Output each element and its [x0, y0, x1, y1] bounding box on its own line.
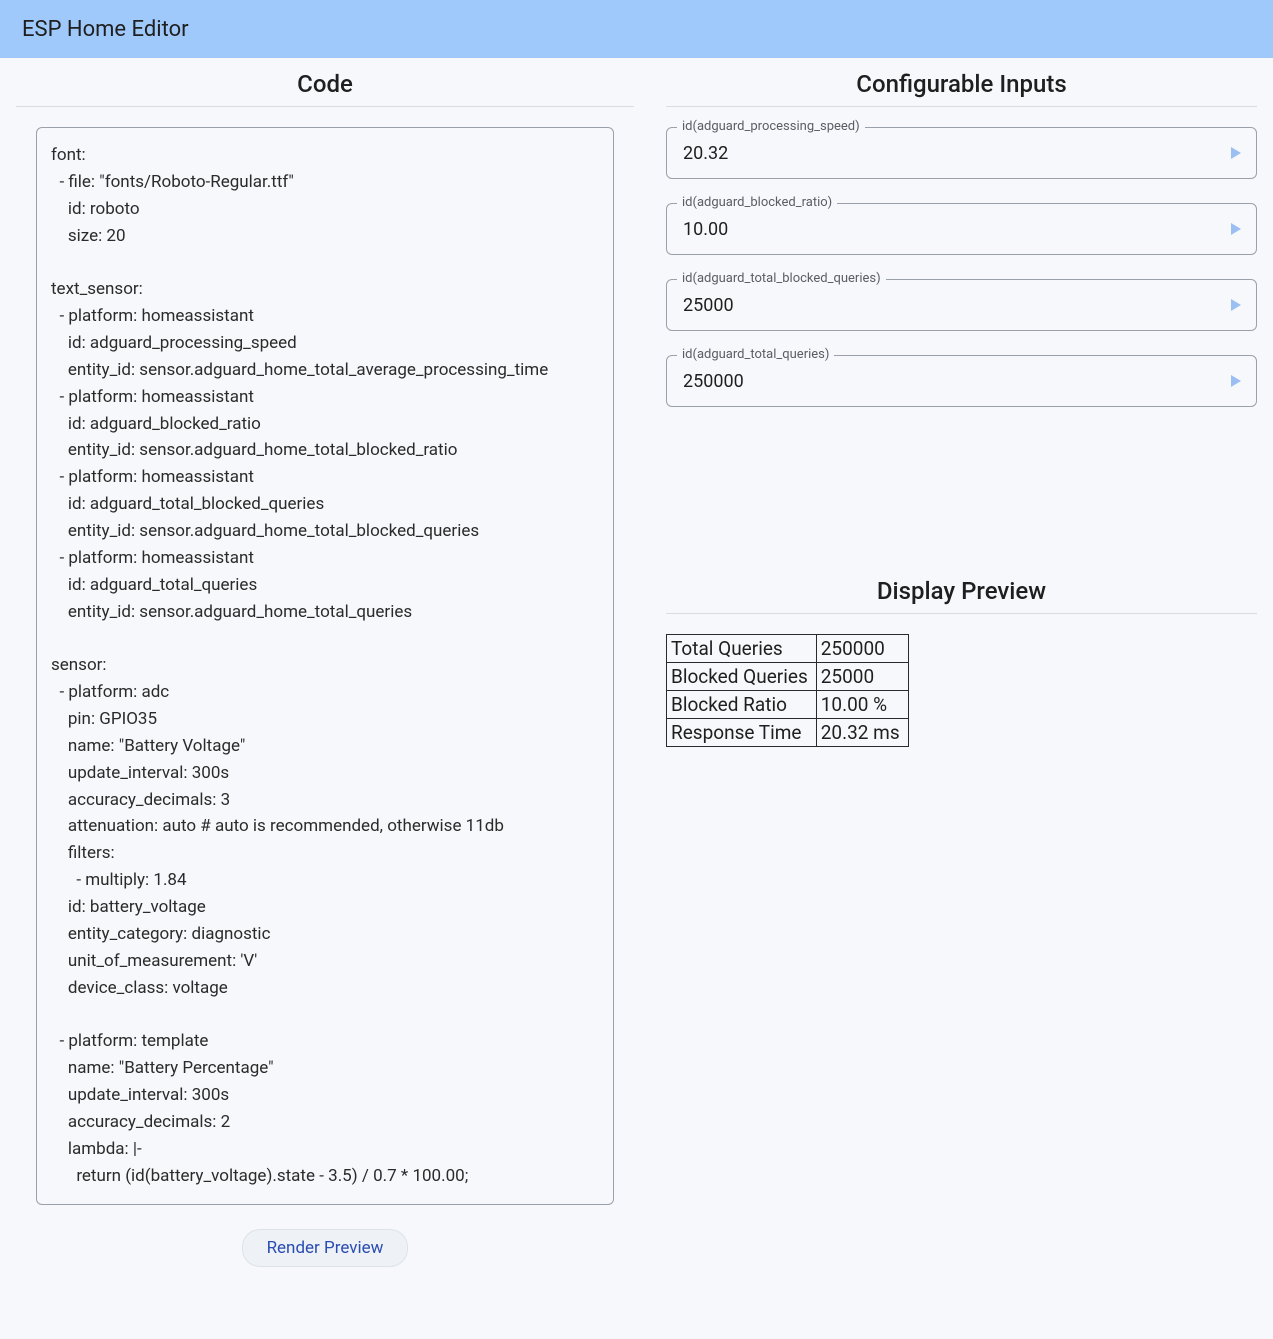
input-label: id(adguard_processing_speed)	[677, 119, 865, 134]
input-field-adguard-blocked-ratio: id(adguard_blocked_ratio)	[666, 203, 1257, 255]
appbar: ESP Home Editor	[0, 0, 1273, 58]
preview-value: 250000	[816, 635, 908, 663]
preview-value: 25000	[816, 663, 908, 691]
code-column: Code font: - file: "fonts/Roboto-Regular…	[16, 64, 634, 1267]
inputs-list: id(adguard_processing_speed) id(adguard_…	[666, 127, 1257, 407]
divider	[666, 106, 1257, 107]
code-editor[interactable]: font: - file: "fonts/Roboto-Regular.ttf"…	[36, 127, 614, 1205]
input-value[interactable]	[681, 370, 1212, 393]
input-field-adguard-total-blocked-queries: id(adguard_total_blocked_queries)	[666, 279, 1257, 331]
preview-key: Blocked Queries	[667, 663, 817, 691]
input-label: id(adguard_total_blocked_queries)	[677, 271, 886, 286]
play-icon[interactable]	[1228, 297, 1244, 313]
display-preview-section: Display Preview Total Queries 250000 Blo…	[666, 577, 1257, 747]
table-row: Blocked Queries 25000	[667, 663, 909, 691]
preview-value: 10.00 %	[816, 691, 908, 719]
preview-key: Blocked Ratio	[667, 691, 817, 719]
code-section-title: Code	[16, 70, 634, 98]
play-icon[interactable]	[1228, 373, 1244, 389]
divider	[16, 106, 634, 107]
preview-value: 20.32 ms	[816, 719, 908, 747]
input-value[interactable]	[681, 218, 1212, 241]
input-field-adguard-processing-speed: id(adguard_processing_speed)	[666, 127, 1257, 179]
input-label: id(adguard_total_queries)	[677, 347, 834, 362]
play-icon[interactable]	[1228, 221, 1244, 237]
table-row: Blocked Ratio 10.00 %	[667, 691, 909, 719]
input-value[interactable]	[681, 294, 1212, 317]
content: Code font: - file: "fonts/Roboto-Regular…	[0, 58, 1273, 1297]
table-row: Total Queries 250000	[667, 635, 909, 663]
preview-key: Response Time	[667, 719, 817, 747]
inputs-section-title: Configurable Inputs	[666, 70, 1257, 98]
input-field-adguard-total-queries: id(adguard_total_queries)	[666, 355, 1257, 407]
play-icon[interactable]	[1228, 145, 1244, 161]
preview-section-title: Display Preview	[666, 577, 1257, 605]
table-row: Response Time 20.32 ms	[667, 719, 909, 747]
preview-key: Total Queries	[667, 635, 817, 663]
input-value[interactable]	[681, 142, 1212, 165]
input-label: id(adguard_blocked_ratio)	[677, 195, 837, 210]
preview-table: Total Queries 250000 Blocked Queries 250…	[666, 634, 909, 747]
right-column: Configurable Inputs id(adguard_processin…	[666, 64, 1257, 1267]
render-preview-button[interactable]: Render Preview	[242, 1229, 409, 1267]
app-title: ESP Home Editor	[22, 17, 189, 42]
divider	[666, 613, 1257, 614]
